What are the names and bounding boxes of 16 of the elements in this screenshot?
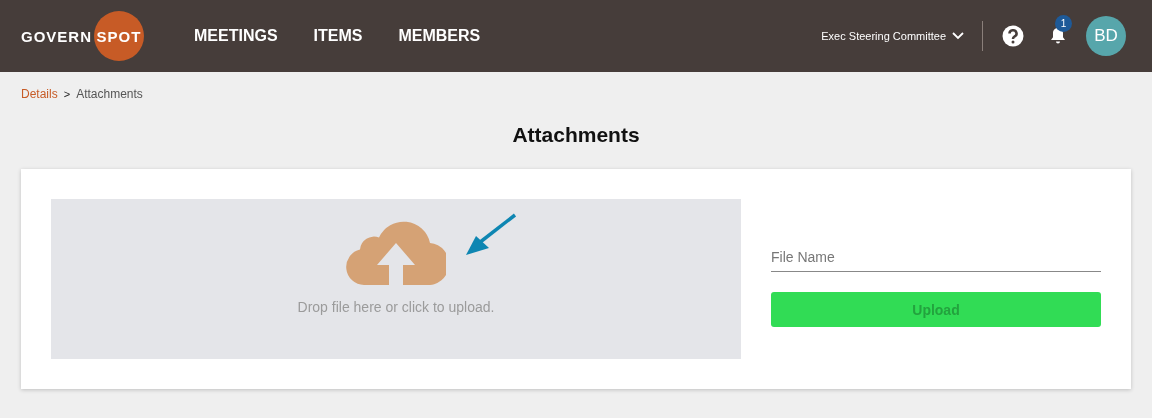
breadcrumb-link[interactable]: Details <box>21 87 58 101</box>
chevron-down-icon <box>952 32 964 40</box>
cloud-upload-icon <box>346 221 446 285</box>
breadcrumb-current: Attachments <box>76 87 143 101</box>
committee-dropdown[interactable]: Exec Steering Committee <box>821 30 964 42</box>
help-icon[interactable] <box>1002 25 1024 47</box>
notification-badge: 1 <box>1055 15 1072 32</box>
nav-link[interactable]: ITEMS <box>313 27 363 45</box>
file-name-field[interactable]: File Name <box>771 245 1101 272</box>
page-title: Attachments <box>511 123 641 147</box>
logo[interactable]: GOVERN SPOT <box>21 11 144 61</box>
nav-link[interactable]: MEMBERS <box>398 27 481 45</box>
dropzone-hint: Drop file here or click to upload. <box>297 299 495 315</box>
breadcrumb-separator: > <box>63 88 71 100</box>
pointer-arrow <box>465 213 517 257</box>
nav-link[interactable]: MEETINGS <box>194 27 278 45</box>
